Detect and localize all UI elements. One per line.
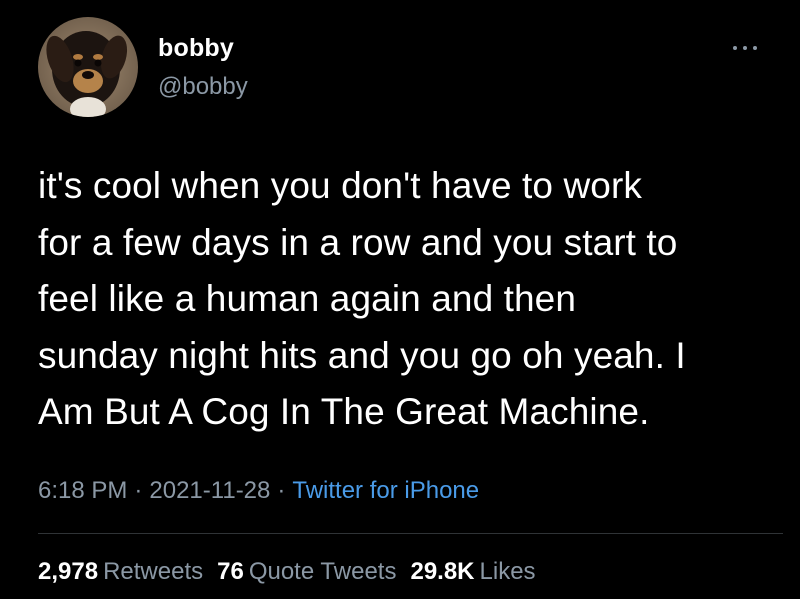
quote-tweets-stat[interactable]: 76 Quote Tweets	[217, 557, 396, 587]
divider	[38, 533, 783, 534]
likes-label: Likes	[479, 558, 536, 585]
retweets-count: 2,978	[38, 558, 99, 585]
tweet-card: bobby @bobby it's cool when you don't ha…	[0, 0, 800, 599]
more-icon	[733, 46, 757, 50]
tweet-date[interactable]: 2021-11-28	[149, 477, 270, 504]
tweet-stats: 2,978 Retweets 76 Quote Tweets 29.8K Likes	[38, 557, 550, 587]
tweet-text: it's cool when you don't have to work fo…	[38, 165, 686, 432]
author-handle[interactable]: @bobby	[158, 72, 248, 102]
likes-count: 29.8K	[410, 558, 475, 585]
tweet-meta: 6:18 PM · 2021-11-28 · Twitter for iPhone	[38, 476, 479, 506]
retweets-label: Retweets	[103, 558, 204, 585]
tweet-source-link[interactable]: Twitter for iPhone	[292, 477, 479, 504]
retweets-stat[interactable]: 2,978 Retweets	[38, 557, 203, 587]
quote-tweets-label: Quote Tweets	[248, 558, 397, 585]
avatar[interactable]	[38, 17, 138, 117]
tweet-time[interactable]: 6:18 PM	[38, 477, 127, 504]
meta-separator: ·	[277, 477, 286, 504]
likes-stat[interactable]: 29.8K Likes	[410, 557, 535, 587]
dog-avatar-icon	[38, 17, 138, 117]
author-display-name[interactable]: bobby	[158, 33, 234, 63]
more-options-button[interactable]	[728, 36, 762, 60]
meta-separator: ·	[134, 477, 143, 504]
quote-tweets-count: 76	[217, 558, 244, 585]
